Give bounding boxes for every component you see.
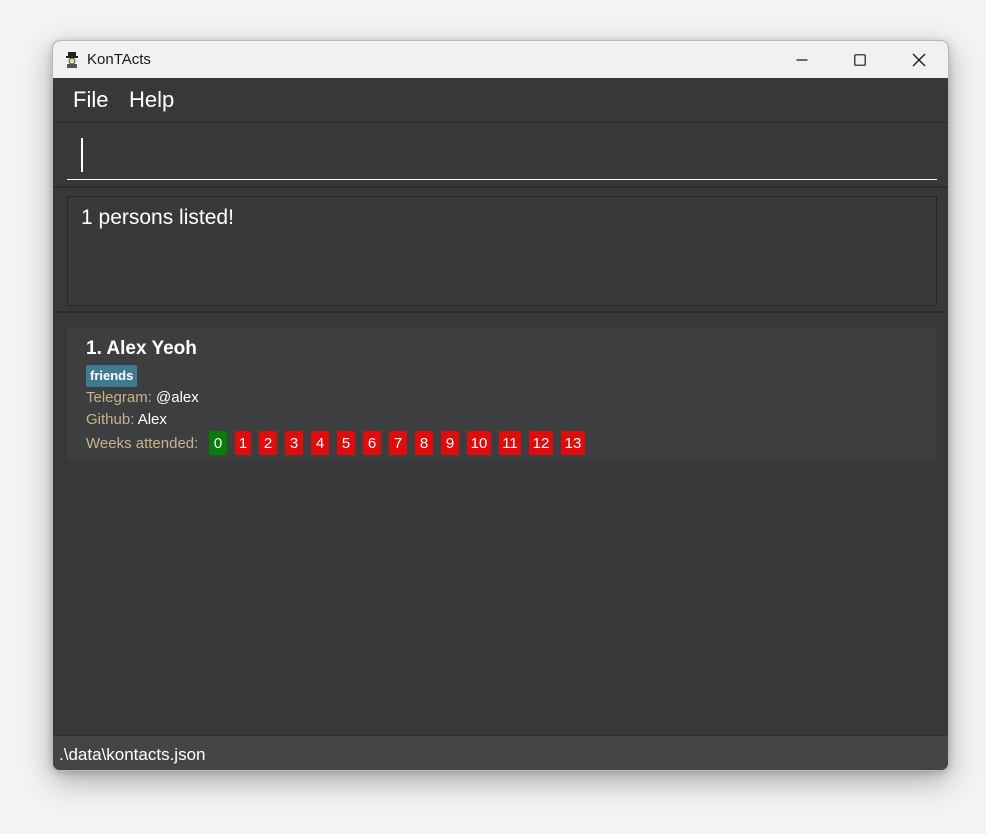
close-button[interactable] — [890, 41, 948, 78]
save-location: .\data\kontacts.json — [59, 745, 206, 764]
week-badge-6: 6 — [363, 431, 381, 455]
maximize-icon — [854, 53, 866, 66]
week-badge-1: 1 — [235, 431, 251, 455]
app-window: KonTActs File Help 1 persons listed! 1. … — [52, 40, 949, 771]
result-display[interactable]: 1 persons listed! — [67, 196, 937, 306]
week-badge-8: 8 — [415, 431, 433, 455]
menu-file[interactable]: File — [73, 87, 108, 113]
command-box — [53, 123, 948, 188]
minimize-icon — [796, 58, 808, 61]
week-badge-13: 13 — [561, 431, 585, 455]
telegram-field: Telegram: @alex — [86, 389, 199, 406]
minimize-button[interactable] — [773, 41, 831, 78]
maximize-button[interactable] — [831, 41, 889, 78]
week-badge-7: 7 — [389, 431, 407, 455]
week-badge-0: 0 — [209, 431, 227, 455]
close-icon — [912, 53, 926, 66]
week-badge-12: 12 — [529, 431, 553, 455]
app-logo-icon — [66, 52, 78, 68]
week-badge-10: 10 — [467, 431, 491, 455]
weeks-attended-label: Weeks attended: — [86, 435, 199, 452]
person-list[interactable]: 1. Alex Yeoh friends Telegram: @alex Git… — [53, 315, 948, 735]
week-badge-9: 9 — [441, 431, 459, 455]
result-display-pane: 1 persons listed! — [53, 189, 948, 313]
telegram-value: @alex — [156, 389, 199, 406]
status-bar: .\data\kontacts.json — [53, 735, 948, 770]
text-caret — [81, 138, 83, 172]
command-input[interactable] — [67, 131, 937, 180]
person-card[interactable]: 1. Alex Yeoh friends Telegram: @alex Git… — [67, 327, 936, 461]
week-badge-2: 2 — [259, 431, 277, 455]
github-field: Github: Alex — [86, 411, 167, 428]
menu-bar: File Help — [53, 78, 948, 123]
github-label: Github: — [86, 411, 135, 428]
result-message: 1 persons listed! — [81, 206, 234, 229]
telegram-label: Telegram: — [86, 389, 152, 406]
person-name: 1. Alex Yeoh — [86, 338, 197, 359]
tag-friends: friends — [86, 365, 138, 387]
window-title: KonTActs — [87, 51, 151, 68]
week-badge-3: 3 — [285, 431, 303, 455]
week-badge-4: 4 — [311, 431, 329, 455]
title-bar[interactable]: KonTActs — [53, 41, 948, 78]
week-badge-5: 5 — [337, 431, 355, 455]
week-badge-11: 11 — [499, 431, 521, 455]
menu-help[interactable]: Help — [129, 87, 174, 113]
github-value: Alex — [137, 411, 167, 428]
